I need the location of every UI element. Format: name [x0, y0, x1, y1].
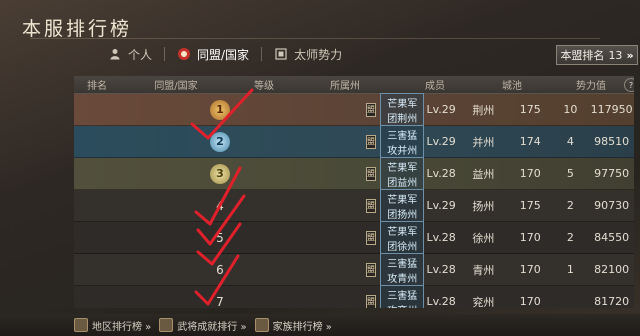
- header-state: 所属州: [330, 81, 360, 92]
- table-row[interactable]: 7 盟三害猛攻兖州 Lv.28 兖州 170 81720: [74, 284, 634, 309]
- power-cell: 117950: [590, 103, 633, 116]
- my-alliance-rank-button[interactable]: 本盟排名 13 »: [556, 45, 638, 65]
- gold-medal-icon: 1: [210, 99, 230, 120]
- members-cell: 170: [519, 263, 541, 276]
- table-header: 排名 同盟/国家 等级 所属州 成员 城池 势力值 ?: [74, 76, 634, 94]
- header-rank: 排名: [87, 81, 107, 92]
- tab-alliance[interactable]: 同盟/国家: [165, 44, 261, 64]
- power-cell: 98510: [594, 135, 630, 148]
- members-cell: 174: [519, 135, 541, 148]
- cities-cell: 5: [566, 167, 574, 180]
- general-icon: [159, 318, 174, 332]
- header-cities: 城池: [502, 81, 522, 92]
- general-achievement-ranking-link[interactable]: 武将成就排行 »: [159, 318, 247, 333]
- members-cell: 170: [519, 231, 541, 244]
- bottom-nav-label: 家族排行榜 »: [272, 321, 332, 333]
- state-cell: 荆州: [472, 103, 495, 117]
- state-cell: 并州: [472, 135, 495, 149]
- alliance-name[interactable]: 三害猛攻青州: [380, 252, 425, 287]
- power-cell: 90730: [594, 199, 630, 212]
- level-cell: Lv.29: [426, 199, 456, 212]
- header-power: 势力值: [576, 81, 606, 92]
- tab-individual[interactable]: 个人: [96, 44, 164, 64]
- rank-cell: 5: [216, 230, 224, 245]
- rank-cell: 4: [216, 198, 224, 213]
- cities-cell: 4: [566, 135, 574, 148]
- bronze-medal-icon: 3: [210, 163, 230, 184]
- members-cell: 175: [519, 199, 541, 212]
- power-cell: 81720: [594, 295, 630, 308]
- cities-cell: 2: [566, 231, 574, 244]
- level-cell: Lv.28: [426, 231, 456, 244]
- family-icon: [254, 318, 269, 332]
- cities-cell: 10: [563, 103, 578, 116]
- alliance-name[interactable]: 芒果军团益州: [380, 156, 425, 191]
- bottom-nav-label: 地区排行榜 »: [92, 321, 152, 333]
- state-cell: 扬州: [472, 199, 495, 213]
- tab-label: 个人: [128, 47, 153, 62]
- power-cell: 84550: [594, 231, 630, 244]
- alliance-name[interactable]: 三害猛攻兖州: [380, 284, 425, 308]
- family-ranking-link[interactable]: 家族排行榜 »: [254, 318, 332, 333]
- alliance-flag-icon: 盟: [366, 134, 376, 149]
- header-members: 成员: [425, 81, 445, 92]
- state-cell: 益州: [472, 167, 495, 181]
- table-row[interactable]: 6 盟三害猛攻青州 Lv.28 青州 170 1 82100: [74, 252, 634, 287]
- alliance-flag-icon: 盟: [366, 294, 376, 308]
- alliance-flag-icon: 盟: [366, 230, 376, 245]
- alliance-name[interactable]: 芒果军团扬州: [380, 188, 425, 223]
- cities-cell: 2: [566, 199, 574, 212]
- alliance-flag-icon: 盟: [366, 166, 376, 181]
- level-cell: Lv.28: [426, 263, 456, 276]
- title-divider: [30, 38, 600, 39]
- header-alliance: 同盟/国家: [154, 81, 198, 92]
- alliance-name[interactable]: 芒果军团徐州: [380, 220, 425, 255]
- cities-cell: 1: [566, 263, 574, 276]
- state-cell: 徐州: [472, 231, 495, 245]
- rank-cell: 6: [216, 262, 224, 277]
- alliance-name[interactable]: 三害猛攻并州: [380, 124, 425, 159]
- power-cell: 82100: [594, 263, 630, 276]
- faction-icon: [274, 47, 288, 61]
- table-row[interactable]: 5 盟芒果军团徐州 Lv.28 徐州 170 2 84550: [74, 220, 634, 255]
- level-cell: Lv.28: [426, 295, 456, 308]
- power-cell: 97750: [594, 167, 630, 180]
- table-row[interactable]: 3 盟芒果军团益州 Lv.28 益州 170 5 97750: [74, 156, 634, 191]
- level-cell: Lv.29: [426, 103, 456, 116]
- my-rank-label: 本盟排名: [560, 49, 605, 62]
- alliance-icon: [177, 47, 191, 61]
- tab-label: 同盟/国家: [197, 47, 250, 62]
- bottom-nav-bar: 地区排行榜 » 武将成就排行 » 家族排行榜 »: [0, 314, 640, 336]
- alliance-flag-icon: 盟: [366, 262, 376, 277]
- region-icon: [74, 318, 88, 332]
- table-row[interactable]: 2 盟三害猛攻并州 Lv.29 并州 174 4 98510: [74, 124, 634, 159]
- sort-icon[interactable]: ?: [624, 78, 634, 92]
- person-icon: [108, 47, 122, 61]
- double-chevron-icon: »: [626, 48, 634, 62]
- bottom-nav-label: 武将成就排行 »: [177, 321, 247, 333]
- my-rank-value: 13: [608, 48, 623, 62]
- regional-ranking-link[interactable]: 地区排行榜 »: [74, 318, 151, 333]
- members-cell: 170: [519, 167, 541, 180]
- ranking-table: 排名 同盟/国家 等级 所属州 成员 城池 势力值 ? 1 盟芒果军团荆州 Lv…: [74, 76, 634, 308]
- table-row[interactable]: 4 盟芒果军团扬州 Lv.29 扬州 175 2 90730: [74, 188, 634, 223]
- alliance-flag-icon: 盟: [366, 198, 376, 213]
- members-cell: 175: [519, 103, 541, 116]
- alliance-flag-icon: 盟: [366, 102, 376, 117]
- state-cell: 青州: [472, 263, 495, 277]
- page-title: 本服排行榜: [22, 18, 133, 40]
- header-level: 等级: [254, 81, 274, 92]
- state-cell: 兖州: [472, 295, 495, 309]
- level-cell: Lv.28: [426, 167, 456, 180]
- tab-label: 太师势力: [294, 47, 343, 62]
- members-cell: 170: [519, 295, 541, 308]
- table-row[interactable]: 1 盟芒果军团荆州 Lv.29 荆州 175 10 117950: [74, 92, 634, 127]
- tab-bar: 个人 同盟/国家 太师势力: [96, 44, 354, 64]
- tab-faction[interactable]: 太师势力: [262, 44, 354, 64]
- rank-cell: 7: [216, 294, 224, 309]
- level-cell: Lv.29: [426, 135, 456, 148]
- alliance-name[interactable]: 芒果军团荆州: [380, 92, 425, 127]
- silver-medal-icon: 2: [210, 131, 230, 152]
